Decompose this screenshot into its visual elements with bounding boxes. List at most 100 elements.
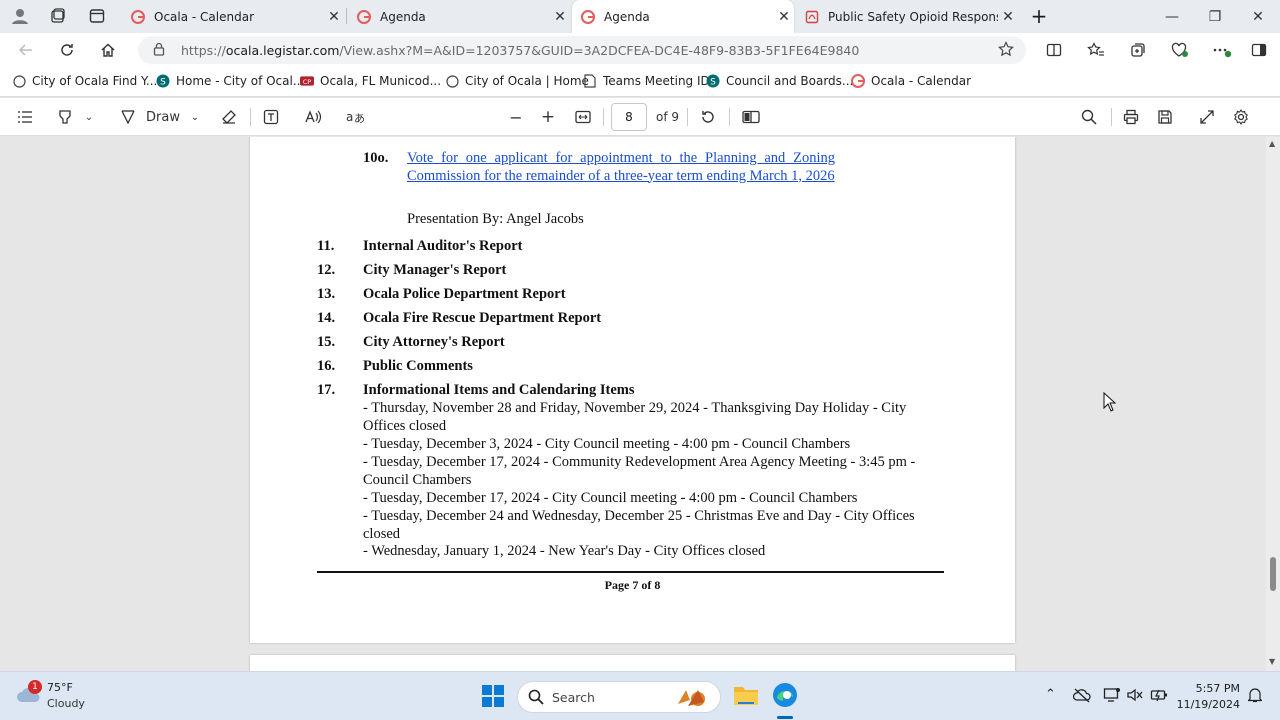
windows-start-icon[interactable] <box>482 685 504 710</box>
add-text-icon[interactable] <box>261 107 281 127</box>
svg-text:a: a <box>346 110 353 124</box>
translate-icon[interactable]: aあ <box>345 107 367 127</box>
refresh-icon[interactable] <box>55 39 79 61</box>
weather-description[interactable]: Cloudy <box>47 697 85 710</box>
globe-icon <box>12 74 26 88</box>
print-icon[interactable] <box>1121 107 1141 127</box>
vpn-cloud-icon[interactable] <box>1073 687 1091 703</box>
favorite-star-icon[interactable] <box>998 41 1014 60</box>
calendar-favicon-icon <box>130 9 146 25</box>
battery-icon[interactable] <box>1150 687 1168 703</box>
close-tab-icon[interactable]: ✕ <box>550 9 570 25</box>
favorites-icon[interactable] <box>1084 39 1108 61</box>
collections-icon[interactable] <box>1126 39 1150 61</box>
eraser-icon[interactable] <box>219 107 239 127</box>
weather-temperature[interactable]: 75°F <box>47 681 73 694</box>
url-field[interactable]: https://ocala.legistar.com/View.ashx?M=A… <box>138 36 1026 64</box>
close-tab-icon[interactable]: ✕ <box>324 9 344 25</box>
windows-taskbar: 1 75°F Cloudy Search ⌃ 5:57 PM 11/19/202… <box>0 671 1280 720</box>
split-screen-icon[interactable] <box>1042 39 1066 61</box>
page-view-icon[interactable] <box>740 107 762 127</box>
settings-gear-icon[interactable] <box>1231 107 1251 127</box>
favorite-label: Home - City of Ocal... <box>176 74 305 88</box>
favorite-home-city-of-ocala[interactable]: S Home - City of Ocal... <box>156 74 304 88</box>
favorite-ocala-calendar[interactable]: Ocala - Calendar <box>851 74 971 88</box>
save-icon[interactable] <box>1155 107 1175 127</box>
pdf-viewer[interactable]: 10o. Vote for one applicant for appointm… <box>0 137 1280 671</box>
highlight-icon[interactable] <box>55 107 75 127</box>
browser-essentials-icon[interactable] <box>1168 39 1192 61</box>
edge-browser-icon[interactable] <box>772 682 798 711</box>
close-tab-icon[interactable]: ✕ <box>998 9 1018 25</box>
favorite-teams-meeting-id[interactable]: Teams Meeting ID <box>583 74 710 88</box>
rotate-icon[interactable] <box>698 107 718 127</box>
favorite-council-and-boards[interactable]: S Council and Boards... <box>706 74 853 88</box>
info-line: - Thursday, November 28 and Friday, Nove… <box>363 400 907 416</box>
display-icon[interactable] <box>1103 687 1121 703</box>
fit-to-page-icon[interactable] <box>573 107 593 127</box>
highlight-dropdown-chevron-icon[interactable]: ⌄ <box>82 107 96 127</box>
notifications-icon[interactable] <box>1248 687 1262 703</box>
profile-icon[interactable] <box>8 5 32 27</box>
favorite-city-of-ocala-find[interactable]: City of Ocala Find Y... <box>12 74 157 88</box>
page-footer: Page 7 of 8 <box>604 578 661 592</box>
fullscreen-icon[interactable] <box>1197 107 1217 127</box>
close-tab-icon[interactable]: ✕ <box>774 9 794 25</box>
show-hidden-icons-chevron-icon[interactable]: ⌃ <box>1045 687 1056 702</box>
more-menu-icon[interactable] <box>1210 39 1234 61</box>
clock-date[interactable]: 11/19/2024 <box>1174 698 1240 711</box>
tab-public-safety[interactable]: Public Safety Opioid Response Eff ✕ <box>796 0 1018 33</box>
minimize-icon[interactable]: — <box>1150 0 1194 33</box>
tab-actions-icon[interactable] <box>85 5 109 27</box>
tab-agenda-active[interactable]: Agenda ✕ <box>572 0 794 33</box>
scroll-up-icon[interactable]: ▲ <box>1269 139 1275 148</box>
speaker-muted-icon[interactable] <box>1126 687 1144 703</box>
back-icon[interactable] <box>14 39 38 61</box>
toolbar-divider <box>687 108 688 126</box>
zoom-in-icon[interactable]: + <box>538 107 558 127</box>
close-window-icon[interactable]: ✕ <box>1236 0 1280 33</box>
draw-dropdown-chevron-icon[interactable]: ⌄ <box>188 107 202 127</box>
svg-text:CP: CP <box>303 78 312 86</box>
restore-icon[interactable]: ❐ <box>1193 0 1237 33</box>
new-tab-icon[interactable]: + <box>1027 4 1051 28</box>
vertical-scrollbar[interactable]: ▲ ▼ <box>1266 137 1280 671</box>
favorite-label: City of Ocala | Home <box>465 74 589 88</box>
agenda-favicon-icon <box>356 9 372 25</box>
item-number: 14. <box>317 310 336 326</box>
home-icon[interactable] <box>96 39 120 61</box>
clock-time[interactable]: 5:57 PM <box>1182 682 1240 695</box>
municode-icon: CP <box>300 74 314 88</box>
file-explorer-icon[interactable] <box>733 683 759 710</box>
read-aloud-icon[interactable] <box>304 107 324 127</box>
svg-text:S: S <box>710 78 716 88</box>
search-highlight-leaves-icon <box>674 686 714 711</box>
scrollbar-thumb[interactable] <box>1270 557 1276 591</box>
tab-agenda[interactable]: Agenda ✕ <box>348 0 570 33</box>
agenda-favicon-icon <box>580 9 596 25</box>
tab-title: Public Safety Opioid Response Eff <box>828 9 998 24</box>
contents-icon[interactable] <box>15 107 35 127</box>
favorite-city-of-ocala-home[interactable]: City of Ocala | Home <box>445 74 589 88</box>
favorite-municode[interactable]: CP Ocala, FL Municod... <box>300 74 441 88</box>
workspaces-icon[interactable] <box>46 5 70 27</box>
calendar-favicon-icon <box>851 74 865 88</box>
pdf-toolbar: ⌄ Draw ⌄ aあ − + 8 of 9 <box>0 98 1280 136</box>
tab-title: Agenda <box>604 9 650 24</box>
agenda-item-link[interactable]: Vote for one applicant for appointment t… <box>407 150 835 185</box>
scroll-down-icon[interactable]: ▼ <box>1269 657 1275 666</box>
taskbar-search[interactable]: Search <box>517 681 721 713</box>
next-pdf-page <box>250 655 1015 671</box>
search-icon <box>528 689 544 708</box>
zoom-out-icon[interactable]: − <box>506 107 526 127</box>
find-search-icon[interactable] <box>1079 107 1099 127</box>
item-title: Ocala Police Department Report <box>363 286 566 302</box>
draw-label[interactable]: Draw <box>146 107 180 127</box>
tab-ocala-calendar[interactable]: Ocala - Calendar ✕ <box>122 0 344 33</box>
page-number-input[interactable]: 8 <box>611 103 647 131</box>
draw-pen-icon[interactable] <box>118 107 138 127</box>
lock-icon[interactable] <box>152 42 166 59</box>
globe-icon <box>445 74 459 88</box>
copilot-sidebar-icon[interactable] <box>1247 39 1271 61</box>
item-number: 11. <box>317 238 335 254</box>
